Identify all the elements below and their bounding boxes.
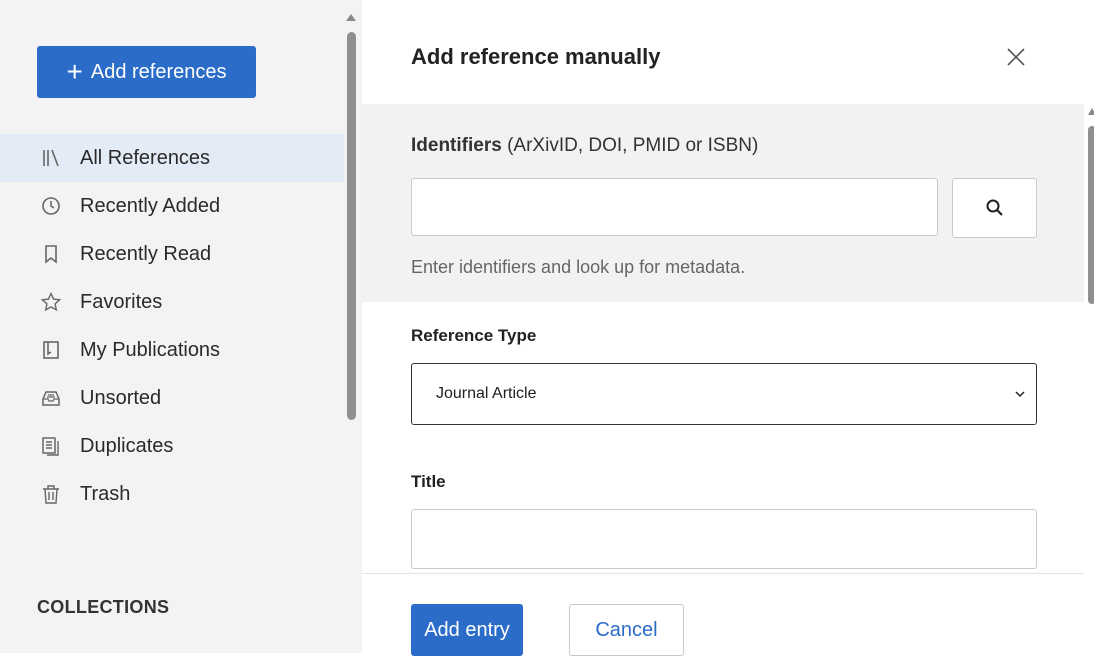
sidebar-item-label: Recently Added	[80, 194, 221, 217]
close-icon[interactable]	[1005, 46, 1027, 68]
identifiers-label: Identifiers (ArXivID, DOI, PMID or ISBN)	[411, 135, 758, 157]
sidebar-item-label: Duplicates	[80, 434, 174, 457]
clock-icon	[39, 194, 63, 218]
sidebar-item-my-publications[interactable]: My Publications	[0, 326, 344, 374]
sidebar-item-label: My Publications	[80, 338, 221, 361]
sidebar-item-unsorted[interactable]: Unsorted	[0, 374, 344, 422]
sidebar-item-label: Unsorted	[80, 386, 162, 409]
sidebar-item-recently-read[interactable]: Recently Read	[0, 230, 344, 278]
sidebar: + Add references All References Recently…	[0, 0, 362, 653]
sidebar-item-label: All References	[80, 146, 211, 169]
dialog-scroll-up-arrow[interactable]	[1088, 108, 1094, 115]
sidebar-item-recently-added[interactable]: Recently Added	[0, 182, 344, 230]
sidebar-item-label: Recently Read	[80, 242, 212, 265]
lookup-search-button[interactable]	[952, 178, 1037, 238]
collections-heading: COLLECTIONS	[37, 597, 170, 617]
sidebar-scrollbar[interactable]	[347, 32, 356, 420]
reference-type-value: Journal Article	[436, 385, 537, 402]
identifiers-label-rest: (ArXivID, DOI, PMID or ISBN)	[501, 135, 759, 156]
plus-icon: +	[66, 56, 83, 87]
title-label: Title	[411, 472, 446, 491]
sidebar-item-trash[interactable]: Trash	[0, 470, 344, 518]
scroll-up-arrow[interactable]	[346, 14, 356, 21]
identifiers-section: Identifiers (ArXivID, DOI, PMID or ISBN)…	[362, 104, 1084, 302]
add-references-label: Add references	[90, 60, 227, 83]
add-entry-button[interactable]: Add entry	[411, 604, 523, 656]
add-reference-dialog: Add reference manually Identifiers (ArXi…	[362, 0, 1094, 656]
title-input[interactable]	[411, 509, 1037, 569]
add-references-button[interactable]: + Add references	[37, 46, 256, 98]
sidebar-item-all-references[interactable]: All References	[0, 134, 344, 182]
sidebar-item-duplicates[interactable]: Duplicates	[0, 422, 344, 470]
duplicates-icon	[39, 434, 63, 458]
publication-icon	[39, 338, 63, 362]
sidebar-item-favorites[interactable]: Favorites	[0, 278, 344, 326]
inbox-icon	[39, 386, 63, 410]
trash-icon	[39, 482, 63, 506]
identifiers-label-bold: Identifiers	[411, 135, 502, 156]
footer-divider	[362, 573, 1084, 574]
library-icon	[39, 146, 63, 170]
sidebar-nav: All References Recently Added Recently R…	[0, 134, 344, 518]
sidebar-item-label: Trash	[80, 482, 131, 505]
reference-type-select[interactable]: Journal Article	[411, 363, 1037, 425]
reference-type-label: Reference Type	[411, 326, 537, 345]
sidebar-item-label: Favorites	[80, 290, 163, 313]
star-icon	[39, 290, 63, 314]
identifiers-input[interactable]	[411, 178, 938, 236]
chevron-down-icon	[1015, 391, 1025, 398]
search-icon	[986, 199, 1003, 216]
identifiers-hint: Enter identifiers and look up for metada…	[411, 257, 746, 277]
cancel-button[interactable]: Cancel	[569, 604, 684, 656]
bookmark-icon	[39, 242, 63, 266]
dialog-scrollbar[interactable]	[1088, 126, 1094, 304]
dialog-title: Add reference manually	[411, 44, 661, 69]
